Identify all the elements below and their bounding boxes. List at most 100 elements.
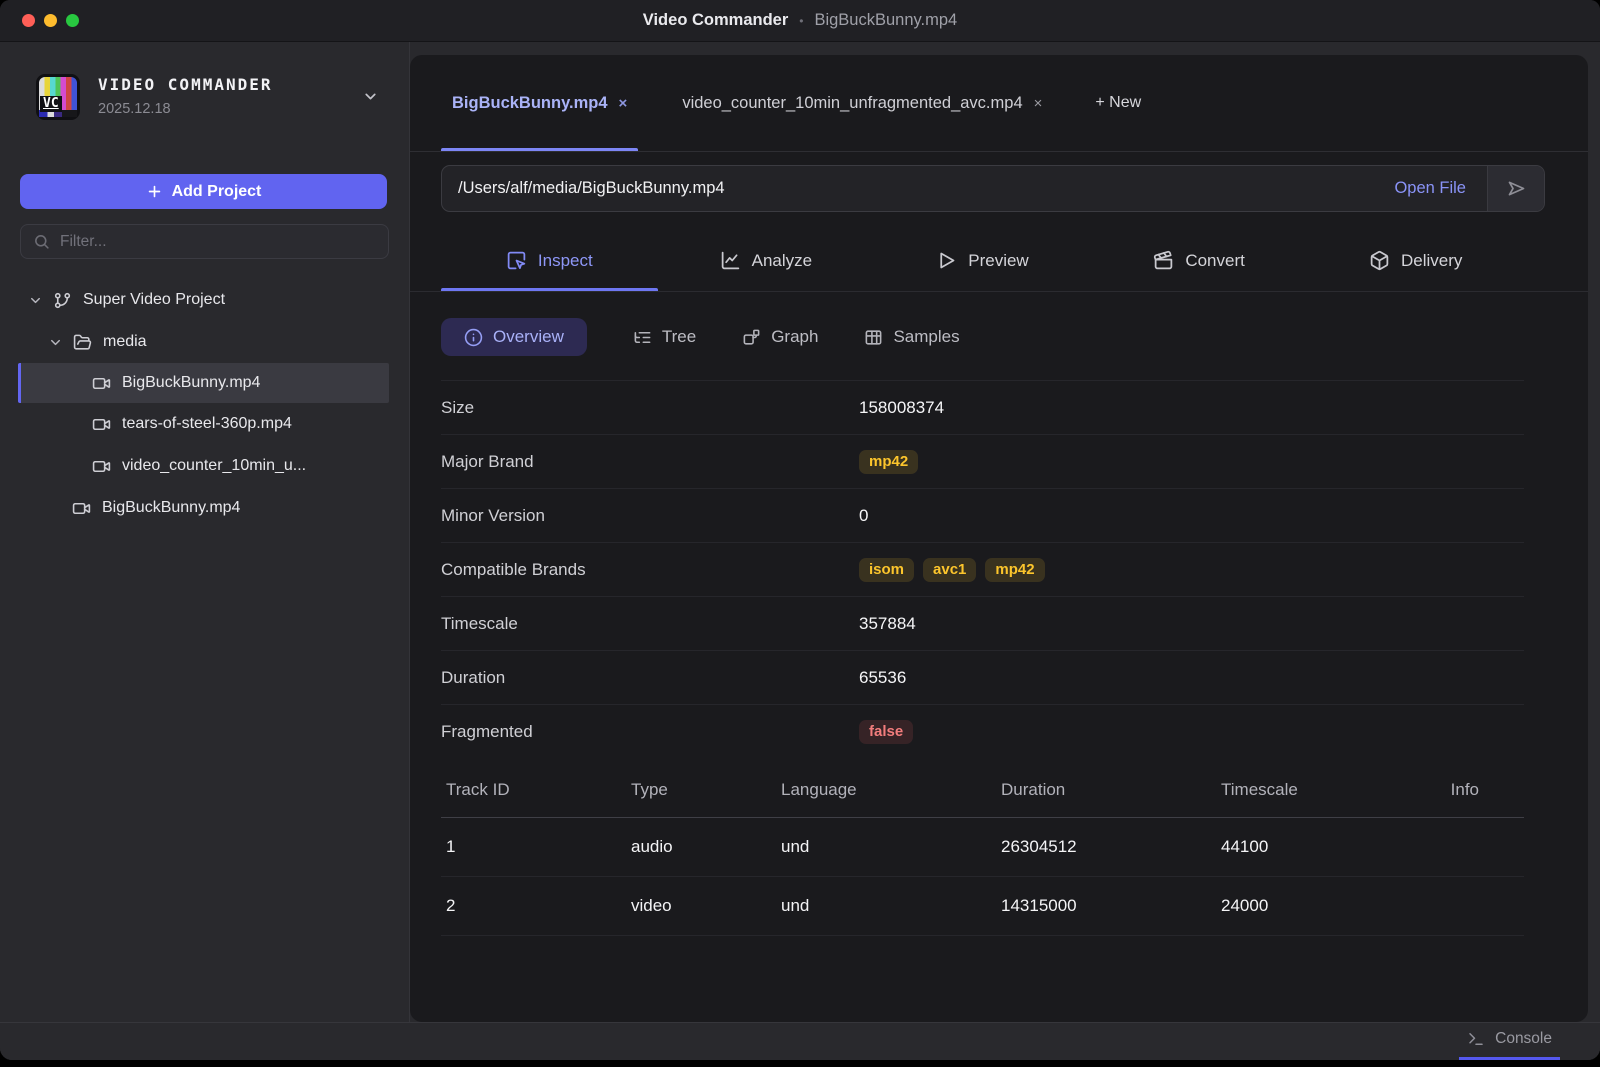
field-row-compatible-brands: Compatible Brands isom avc1 mp42 [441, 543, 1524, 597]
tree-item-file[interactable]: tears-of-steel-360p.mp4 [0, 403, 409, 445]
console-toggle[interactable]: Console [1459, 1023, 1560, 1060]
video-camera-icon [92, 415, 111, 434]
table-cell: 24000 [1221, 896, 1446, 916]
table-cell: 14315000 [1001, 896, 1221, 916]
brand-version: 2025.12.18 [98, 101, 273, 117]
subtab-samples[interactable]: Samples [864, 327, 959, 347]
file-tab-active[interactable]: BigBuckBunny.mp4 × [441, 55, 638, 151]
tab-inspect[interactable]: Inspect [441, 230, 658, 291]
subtab-label: Graph [771, 327, 818, 347]
app-logo: VC [36, 74, 80, 120]
search-icon [33, 233, 50, 250]
add-project-button[interactable]: Add Project [20, 174, 387, 209]
tree-item-label: tears-of-steel-360p.mp4 [122, 415, 292, 433]
brand-text: VIDEO COMMANDER 2025.12.18 [98, 74, 273, 117]
subtab-overview[interactable]: Overview [441, 318, 587, 356]
tree-item-project[interactable]: Super Video Project [0, 279, 409, 321]
file-tab-label: BigBuckBunny.mp4 [452, 94, 608, 113]
table-cell: audio [631, 837, 781, 857]
play-icon [936, 250, 957, 271]
table-cell: video [631, 896, 781, 916]
subtab-label: Samples [893, 327, 959, 347]
subtab-tree[interactable]: Tree [633, 327, 696, 347]
filter-input[interactable] [60, 233, 376, 251]
table-header-row: Track ID Type Language Duration Timescal… [441, 763, 1524, 818]
tree-item-folder-media[interactable]: media [0, 321, 409, 363]
new-tab-button[interactable]: + New [1095, 55, 1141, 151]
field-label: Major Brand [441, 452, 859, 472]
field-label: Fragmented [441, 722, 859, 742]
project-tree: Super Video Project media BigBuckBunn [0, 279, 409, 529]
table-cell: 2 [446, 896, 631, 916]
tree-item-label: BigBuckBunny.mp4 [102, 499, 240, 517]
file-tab-label: video_counter_10min_unfragmented_avc.mp4 [682, 94, 1022, 113]
chevron-down-icon[interactable] [28, 293, 43, 308]
zoom-window-button[interactable] [66, 14, 79, 27]
tree-item-file[interactable]: BigBuckBunny.mp4 [0, 487, 409, 529]
tree-item-file[interactable]: video_counter_10min_u... [0, 445, 409, 487]
brand-header[interactable]: VC VIDEO COMMANDER 2025.12.18 [0, 42, 409, 120]
overview-fields: Size 158008374 Major Brand mp42 Minor Ve… [441, 380, 1524, 759]
add-project-label: Add Project [172, 183, 262, 201]
tab-preview[interactable]: Preview [874, 230, 1091, 291]
tab-label: Inspect [538, 251, 593, 271]
tab-analyze[interactable]: Analyze [658, 230, 875, 291]
tree-item-label: Super Video Project [83, 291, 225, 309]
submit-path-button[interactable] [1487, 166, 1544, 211]
field-row-duration: Duration 65536 [441, 651, 1524, 705]
app-logo-text: VC [40, 96, 62, 112]
traffic-lights [22, 14, 79, 27]
tab-label: Preview [968, 251, 1028, 271]
file-path-bar: Open File [441, 165, 1545, 212]
field-label: Timescale [441, 614, 859, 634]
field-row-minor-version: Minor Version 0 [441, 489, 1524, 543]
tree-item-file-selected[interactable]: BigBuckBunny.mp4 [18, 363, 389, 403]
node-graph-icon [742, 328, 761, 347]
titlebar: Video Commander • BigBuckBunny.mp4 [0, 0, 1600, 42]
minimize-window-button[interactable] [44, 14, 57, 27]
brand-badge: isom [859, 558, 914, 582]
field-row-size: Size 158008374 [441, 381, 1524, 435]
field-value: 65536 [859, 668, 906, 688]
tab-convert[interactable]: Convert [1091, 230, 1308, 291]
brand-badge: avc1 [923, 558, 976, 582]
close-window-button[interactable] [22, 14, 35, 27]
tab-delivery[interactable]: Delivery [1307, 230, 1524, 291]
chevron-down-icon[interactable] [48, 335, 63, 350]
file-tab[interactable]: video_counter_10min_unfragmented_avc.mp4… [671, 55, 1053, 151]
console-label: Console [1495, 1030, 1552, 1048]
clapperboard-icon [1153, 250, 1174, 271]
tree-item-label: media [103, 333, 147, 351]
field-row-fragmented: Fragmented false [441, 705, 1524, 759]
tree-item-label: BigBuckBunny.mp4 [122, 374, 260, 392]
close-icon[interactable]: × [1034, 95, 1043, 112]
brand-badge: mp42 [985, 558, 1044, 582]
main-tab-bar: Inspect Analyze Preview [410, 212, 1588, 292]
video-camera-icon [92, 457, 111, 476]
status-bar: Console [0, 1022, 1600, 1060]
tab-label: Analyze [752, 251, 812, 271]
git-branch-icon [53, 291, 72, 310]
file-path-input[interactable] [442, 166, 1373, 211]
subtab-graph[interactable]: Graph [742, 327, 818, 347]
field-value: 158008374 [859, 398, 944, 418]
field-label: Minor Version [441, 506, 859, 526]
field-value: 0 [859, 506, 868, 526]
plus-icon [146, 183, 163, 200]
field-label: Duration [441, 668, 859, 688]
field-value: 357884 [859, 614, 916, 634]
status-badge: false [859, 720, 913, 744]
brand-name: VIDEO COMMANDER [98, 75, 273, 94]
chevron-down-icon[interactable] [362, 88, 379, 105]
window-title-app: Video Commander [643, 11, 788, 30]
open-file-button[interactable]: Open File [1373, 166, 1487, 211]
app-window: Video Commander • BigBuckBunny.mp4 VC VI… [0, 0, 1600, 1060]
terminal-icon [1467, 1030, 1485, 1048]
table-icon [864, 328, 883, 347]
close-icon[interactable]: × [619, 95, 628, 112]
field-row-timescale: Timescale 357884 [441, 597, 1524, 651]
folder-open-icon [73, 333, 92, 352]
subtab-label: Tree [662, 327, 696, 347]
column-header: Type [631, 780, 781, 800]
subtab-label: Overview [493, 327, 564, 347]
